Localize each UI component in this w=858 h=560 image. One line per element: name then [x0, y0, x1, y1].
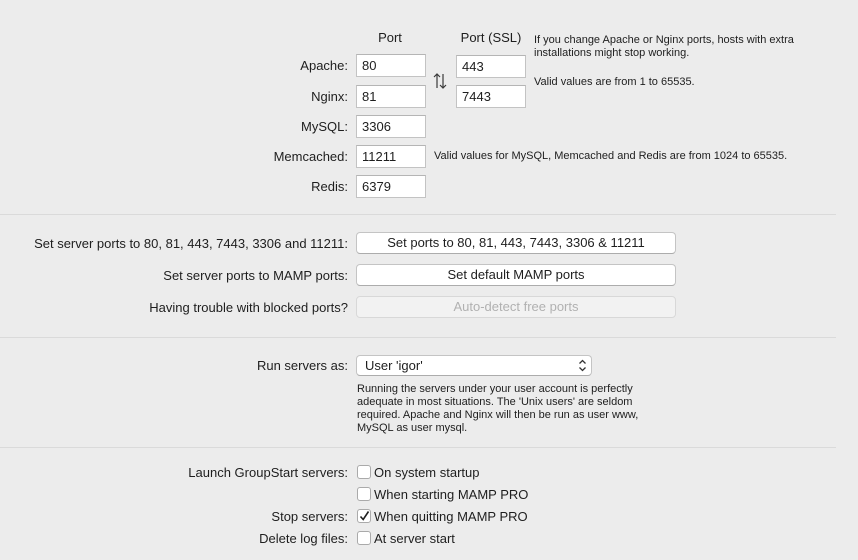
set-standard-ports-label: Set server ports to 80, 81, 443, 7443, 3…: [34, 236, 348, 251]
run-servers-description: Running the servers under your user acco…: [357, 383, 639, 434]
on-system-startup-checkbox[interactable]: [357, 465, 371, 479]
on-system-startup-label[interactable]: On system startup: [374, 465, 479, 480]
nginx-port-field[interactable]: 81: [356, 85, 426, 108]
apache-ssl-port-field[interactable]: 443: [456, 55, 526, 78]
valid-web-ports-note: Valid values are from 1 to 65535.: [534, 76, 695, 88]
run-servers-as-value: User 'igor': [365, 358, 423, 373]
separator: [0, 214, 836, 215]
redis-label: Redis:: [311, 179, 348, 194]
separator: [0, 447, 836, 448]
auto-detect-ports-button[interactable]: Auto-detect free ports: [356, 296, 676, 318]
nginx-label: Nginx:: [311, 89, 348, 104]
port-change-warning: If you change Apache or Nginx ports, hos…: [534, 34, 794, 59]
when-quitting-mamp-label[interactable]: When quitting MAMP PRO: [374, 509, 528, 524]
memcached-port-field[interactable]: 11211: [356, 145, 426, 168]
select-chevron-icon: [578, 358, 587, 373]
checkmark-icon: [359, 511, 370, 521]
apache-label: Apache:: [300, 58, 348, 73]
at-server-start-checkbox[interactable]: [357, 531, 371, 545]
valid-other-ports-note: Valid values for MySQL, Memcached and Re…: [434, 150, 788, 162]
nginx-ssl-port-field[interactable]: 7443: [456, 85, 526, 108]
stop-servers-label: Stop servers:: [271, 509, 348, 524]
run-servers-as-select[interactable]: User 'igor': [356, 355, 592, 376]
port-column-header: Port: [378, 30, 402, 45]
run-servers-as-label: Run servers as:: [256, 358, 348, 373]
when-starting-mamp-label[interactable]: When starting MAMP PRO: [374, 487, 528, 502]
mysql-label: MySQL:: [301, 119, 348, 134]
apache-port-field[interactable]: 80: [356, 54, 426, 77]
ssl-port-column-header: Port (SSL): [460, 30, 522, 45]
redis-port-field[interactable]: 6379: [356, 175, 426, 198]
set-default-mamp-ports-button[interactable]: Set default MAMP ports: [356, 264, 676, 286]
swap-arrows-icon[interactable]: [433, 72, 447, 90]
launch-groupstart-label: Launch GroupStart servers:: [188, 465, 348, 480]
separator: [0, 337, 836, 338]
set-standard-ports-button[interactable]: Set ports to 80, 81, 443, 7443, 3306 & 1…: [356, 232, 676, 254]
mysql-port-field[interactable]: 3306: [356, 115, 426, 138]
at-server-start-label[interactable]: At server start: [374, 531, 455, 546]
set-mamp-ports-label: Set server ports to MAMP ports:: [163, 268, 348, 283]
blocked-ports-label: Having trouble with blocked ports?: [149, 300, 348, 315]
when-starting-mamp-checkbox[interactable]: [357, 487, 371, 501]
memcached-label: Memcached:: [273, 149, 348, 164]
delete-log-files-label: Delete log files:: [259, 531, 348, 546]
when-quitting-mamp-checkbox[interactable]: [357, 509, 371, 523]
